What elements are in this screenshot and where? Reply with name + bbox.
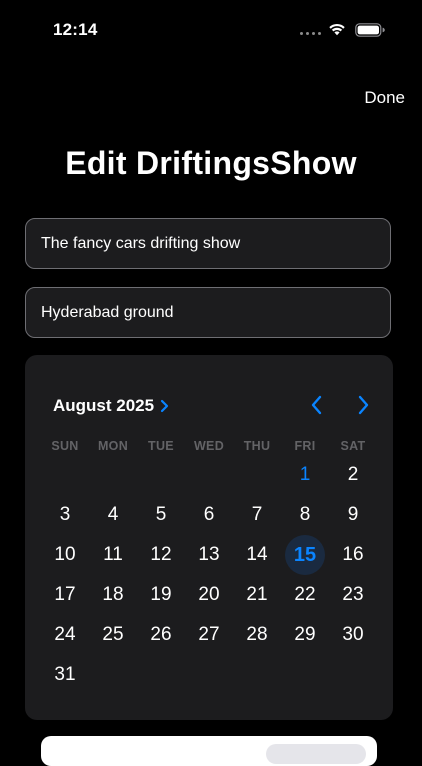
day-number: 7 — [251, 504, 263, 525]
status-time: 12:14 — [53, 20, 98, 39]
day-number: 6 — [203, 504, 215, 525]
day-empty — [185, 455, 233, 495]
weekday-label: MON — [97, 439, 129, 453]
day-number: 22 — [294, 584, 316, 605]
chevron-right-icon — [358, 395, 369, 415]
day-number: 21 — [246, 584, 268, 605]
day-number: 15 — [285, 535, 325, 575]
day-number: 23 — [342, 584, 364, 605]
done-button[interactable]: Done — [364, 88, 405, 108]
day-number: 19 — [150, 584, 172, 605]
day-empty — [41, 455, 89, 495]
day-number: 3 — [59, 504, 71, 525]
day-13[interactable]: 13 — [185, 535, 233, 575]
weekday-label: SUN — [51, 439, 79, 453]
day-number: 2 — [347, 464, 359, 485]
day-7[interactable]: 7 — [233, 495, 281, 535]
day-number: 20 — [198, 584, 220, 605]
day-number: 1 — [299, 464, 311, 485]
bottom-panel-control[interactable] — [266, 744, 366, 764]
day-number: 24 — [54, 624, 76, 645]
day-number: 28 — [246, 624, 268, 645]
day-number: 5 — [155, 504, 167, 525]
day-27[interactable]: 27 — [185, 615, 233, 655]
month-label: August 2025 — [53, 396, 155, 415]
day-number: 26 — [150, 624, 172, 645]
day-23[interactable]: 23 — [329, 575, 377, 615]
weekday-label: WED — [193, 439, 225, 453]
day-5[interactable]: 5 — [137, 495, 185, 535]
day-31[interactable]: 31 — [41, 655, 89, 695]
previous-month-button[interactable] — [310, 395, 324, 420]
day-25[interactable]: 25 — [89, 615, 137, 655]
date-picker-calendar: August 2025 SUN MON TUE WED THU FRI SAT … — [25, 355, 393, 720]
day-number: 11 — [103, 544, 123, 565]
day-24[interactable]: 24 — [41, 615, 89, 655]
next-month-button[interactable] — [356, 395, 370, 420]
status-bar: 12:14 — [0, 0, 422, 54]
chevron-left-icon — [311, 395, 322, 415]
day-number: 29 — [294, 624, 316, 645]
day-21[interactable]: 21 — [233, 575, 281, 615]
day-number: 17 — [54, 584, 76, 605]
day-6[interactable]: 6 — [185, 495, 233, 535]
day-11[interactable]: 11 — [89, 535, 137, 575]
day-empty — [233, 455, 281, 495]
page-title: Edit DriftingsShow — [65, 145, 357, 181]
weekday-label: SAT — [340, 439, 366, 453]
day-22[interactable]: 22 — [281, 575, 329, 615]
day-18[interactable]: 18 — [89, 575, 137, 615]
day-number: 27 — [198, 624, 220, 645]
day-number: 12 — [150, 544, 172, 565]
day-12[interactable]: 12 — [137, 535, 185, 575]
day-29[interactable]: 29 — [281, 615, 329, 655]
day-1[interactable]: 1 — [281, 455, 329, 495]
day-empty — [89, 455, 137, 495]
day-number: 30 — [342, 624, 364, 645]
chevron-right-icon — [160, 399, 169, 413]
day-4[interactable]: 4 — [89, 495, 137, 535]
weekday-header-row: SUN MON TUE WED THU FRI SAT — [41, 439, 377, 453]
day-16[interactable]: 16 — [329, 535, 377, 575]
days-grid: 1 2 3 4 5 6 7 8 9 10 11 12 13 14 15 16 17 18 19 20 21 22 23 24 2… — [41, 455, 377, 695]
day-26[interactable]: 26 — [137, 615, 185, 655]
day-14[interactable]: 14 — [233, 535, 281, 575]
cellular-dots-icon — [300, 32, 321, 35]
weekday-label: FRI — [294, 439, 316, 453]
day-number: 25 — [102, 624, 124, 645]
day-15[interactable]: 15 — [281, 535, 329, 575]
show-name-field[interactable]: The fancy cars drifting show — [25, 218, 391, 269]
day-17[interactable]: 17 — [41, 575, 89, 615]
day-30[interactable]: 30 — [329, 615, 377, 655]
day-2[interactable]: 2 — [329, 455, 377, 495]
day-empty — [137, 455, 185, 495]
day-8[interactable]: 8 — [281, 495, 329, 535]
day-number: 4 — [107, 504, 119, 525]
bottom-panel — [41, 736, 377, 766]
location-field[interactable]: Hyderabad ground — [25, 287, 391, 338]
day-number: 14 — [246, 544, 268, 565]
wifi-icon — [329, 23, 345, 36]
battery-icon — [355, 23, 385, 37]
day-number: 8 — [299, 504, 311, 525]
day-10[interactable]: 10 — [41, 535, 89, 575]
day-20[interactable]: 20 — [185, 575, 233, 615]
weekday-label: THU — [243, 439, 271, 453]
day-28[interactable]: 28 — [233, 615, 281, 655]
day-number: 31 — [54, 664, 76, 685]
weekday-label: TUE — [148, 439, 174, 453]
day-number: 13 — [198, 544, 220, 565]
month-year-picker-button[interactable]: August 2025 — [53, 396, 169, 416]
day-number: 18 — [102, 584, 124, 605]
day-9[interactable]: 9 — [329, 495, 377, 535]
day-3[interactable]: 3 — [41, 495, 89, 535]
day-number: 9 — [347, 504, 359, 525]
day-number: 10 — [54, 544, 76, 565]
day-19[interactable]: 19 — [137, 575, 185, 615]
day-number: 16 — [342, 544, 364, 565]
